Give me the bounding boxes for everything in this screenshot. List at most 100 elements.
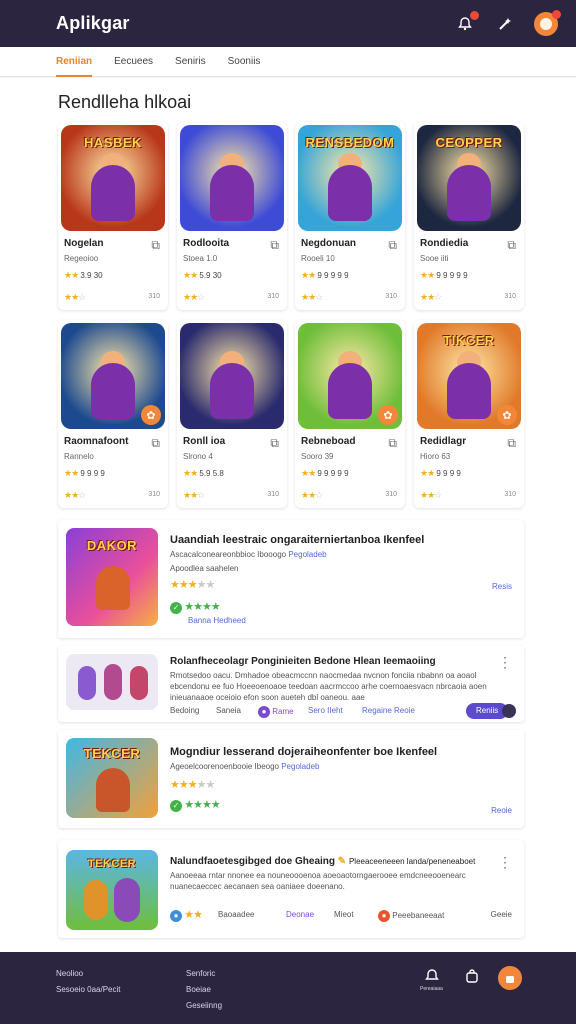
check-icon: ✓ bbox=[170, 799, 182, 812]
footer-link[interactable]: Geseiinng bbox=[186, 998, 222, 1014]
game-thumbnail bbox=[180, 323, 284, 429]
toggle-icon[interactable] bbox=[502, 704, 516, 718]
game-rating-text: 5.9 5.8 bbox=[199, 469, 224, 478]
tab-1[interactable]: Reniian bbox=[56, 47, 93, 77]
puzzle-icon[interactable]: ⧉ bbox=[388, 436, 397, 451]
game-stars: ★★☆ bbox=[420, 292, 442, 302]
puzzle-icon[interactable]: ⧉ bbox=[270, 436, 279, 451]
game-card[interactable]: TIKCER ✿ Redidlagr ⧉ Hioro 63 ★★ 9 9 9 9 ★★☆ 31… bbox=[414, 320, 524, 508]
character-figure bbox=[114, 878, 140, 922]
puzzle-icon[interactable]: ⧉ bbox=[507, 436, 516, 451]
character-figure bbox=[447, 363, 491, 419]
row-subtitle-text: Ageoelcoorenoenbooie Ibeogo bbox=[170, 762, 279, 771]
list-item[interactable]: TEKCER Nalundfaoetesgibged doe Gheaing ✎… bbox=[58, 840, 524, 938]
footer-link[interactable]: Senforic bbox=[186, 966, 222, 982]
row-tag[interactable]: Deonae bbox=[286, 910, 314, 919]
character-figure bbox=[96, 566, 130, 610]
row-action-link[interactable]: Resis bbox=[492, 582, 512, 591]
game-card[interactable]: ✿ Rebneboad ⧉ Sooro 39 ★★ 9 9 9 9 9 ★★☆ 310 bbox=[295, 320, 405, 508]
list-item[interactable]: DAKOR Uaandiah leestraic ongaraiterniert… bbox=[58, 520, 524, 638]
list-item[interactable]: Rolanfheceolagr Ponginieiten Bedone Hlea… bbox=[58, 646, 524, 722]
tab-3[interactable]: Seniris bbox=[175, 47, 206, 77]
footer-link[interactable]: Boeiae bbox=[186, 982, 222, 998]
game-name: Redidlagr bbox=[420, 436, 467, 447]
notifications-icon[interactable] bbox=[454, 10, 479, 35]
pencil-icon: ✎ bbox=[337, 856, 347, 867]
footer-link[interactable]: Neolioo bbox=[56, 966, 121, 982]
bag-icon[interactable] bbox=[464, 968, 480, 989]
footer-bar: Neolioo Sesoeio 0aa/Pecit Senforic Boeia… bbox=[0, 952, 576, 1024]
game-subtitle: Hioro 63 bbox=[420, 452, 451, 461]
row-action-link[interactable]: Reoie bbox=[491, 806, 512, 815]
game-rating-text: 5.9 30 bbox=[199, 271, 222, 280]
row-description: Rmotsedoo oacu. Dmhadoe obeacmccnn naocm… bbox=[170, 671, 487, 702]
row-action-link[interactable]: Geeie bbox=[491, 910, 512, 919]
row-title: Nalundfaoetesgibged doe Gheaing ✎ Pleeac… bbox=[170, 856, 475, 867]
game-name: Ronll ioa bbox=[183, 436, 226, 447]
puzzle-icon[interactable]: ⧉ bbox=[151, 238, 160, 253]
row-thumbnail bbox=[66, 654, 158, 710]
tab-4[interactable]: Sooniis bbox=[228, 47, 261, 77]
footer-link[interactable]: Sesoeio 0aa/Pecit bbox=[56, 982, 121, 998]
favorite-badge-icon[interactable]: ✿ bbox=[141, 405, 161, 425]
game-thumbnail: CEOPPER bbox=[417, 125, 521, 231]
thumbnail-title: DAKOR bbox=[86, 538, 138, 553]
row-tag[interactable]: ● Peeebaneeaat bbox=[378, 910, 444, 922]
user-avatar[interactable] bbox=[534, 9, 561, 36]
game-count: 310 bbox=[385, 491, 397, 498]
row-tag[interactable]: ● Rame bbox=[258, 706, 294, 718]
more-options-icon[interactable]: ⋮ bbox=[498, 854, 512, 871]
game-count: 310 bbox=[504, 293, 516, 300]
game-card[interactable]: Ronll ioa ⧉ Slrono 4 ★★ 5.9 5.8 ★★☆ 310 bbox=[177, 320, 287, 508]
game-card[interactable]: HASBEK Nogelan ⧉ Regeoioo ★★ 3.9 30 ★★☆ 310 bbox=[58, 122, 168, 310]
row-link[interactable]: Pegoladeb bbox=[281, 762, 319, 771]
cart-button[interactable] bbox=[498, 966, 522, 990]
section-title: Rendlleha hlkoai bbox=[58, 92, 192, 112]
thumbnail-title: CEOPPER bbox=[435, 135, 503, 150]
row-tag[interactable]: Mieot bbox=[334, 910, 354, 919]
favorite-badge-icon[interactable]: ✿ bbox=[378, 405, 398, 425]
row-tag[interactable]: Baoaadee bbox=[218, 910, 254, 919]
character-figure bbox=[447, 165, 491, 221]
game-stars: ★★☆ bbox=[64, 490, 86, 500]
footer-col-1: Neolioo Sesoeio 0aa/Pecit bbox=[56, 966, 121, 998]
game-card[interactable]: Rodlooita ⧉ Stoea 1.0 ★★ 5.9 30 ★★☆ 310 bbox=[177, 122, 287, 310]
game-stars: ★★☆ bbox=[183, 490, 205, 500]
row-thumbnail: DAKOR bbox=[66, 528, 158, 626]
list-item[interactable]: TEKCER Mogndiur lesserand dojeraiheonfen… bbox=[58, 730, 524, 828]
puzzle-icon[interactable]: ⧉ bbox=[507, 238, 516, 253]
app-title: Aplikgar bbox=[56, 13, 130, 33]
row-subtitle: Ascacalconeareonbbioc Ibooogo Pegoladeb bbox=[170, 550, 327, 559]
game-card[interactable]: CEOPPER Rondiedia ⧉ Sooe iiti ★★ 9 9 9 9 9 ★★… bbox=[414, 122, 524, 310]
row-thumbnail: TEKCER bbox=[66, 850, 158, 930]
puzzle-icon[interactable]: ⧉ bbox=[151, 436, 160, 451]
game-rating: ★★ 9 9 9 9 9 bbox=[301, 270, 349, 280]
game-card[interactable]: ✿ Raomnafoont ⧉ Rannelo ★★ 9 9 9 9 ★★☆ 310 bbox=[58, 320, 168, 508]
row-tag[interactable]: Bedoing bbox=[170, 706, 199, 715]
game-subtitle: Rooeli 10 bbox=[301, 254, 335, 263]
game-rating: ★★ 9 9 9 9 9 bbox=[420, 270, 468, 280]
row-footer-links[interactable]: Banna Hedheed bbox=[188, 616, 246, 625]
puzzle-icon[interactable]: ⧉ bbox=[270, 238, 279, 253]
row-title: Rolanfheceolagr Ponginieiten Bedone Hlea… bbox=[170, 656, 436, 667]
more-options-icon[interactable]: ⋮ bbox=[498, 654, 512, 671]
row-tag[interactable]: Regaine Reoie bbox=[362, 706, 415, 715]
row-link[interactable]: Pegoladeb bbox=[288, 550, 326, 559]
game-card[interactable]: RENSBEDOM Negdonuan ⧉ Rooeli 10 ★★ 9 9 9 9 9… bbox=[295, 122, 405, 310]
favorite-badge-icon[interactable]: ✿ bbox=[497, 405, 517, 425]
row-tag[interactable]: Saneia bbox=[216, 706, 241, 715]
tab-2[interactable]: Eecuees bbox=[114, 47, 153, 77]
row-tag[interactable]: Sero IIeht bbox=[308, 706, 343, 715]
puzzle-icon[interactable]: ⧉ bbox=[388, 238, 397, 253]
globe-icon: ● bbox=[170, 909, 182, 922]
thumbnail-title: HASBEK bbox=[84, 135, 142, 150]
tab-bar: Reniian Eecuees Seniris Sooniis bbox=[0, 47, 576, 77]
game-name: Negdonuan bbox=[301, 238, 356, 249]
wand-icon[interactable] bbox=[494, 13, 516, 35]
row-meta: ● ★★ bbox=[170, 908, 203, 922]
game-name: Nogelan bbox=[64, 238, 104, 249]
character-figure bbox=[130, 666, 148, 700]
game-rating-text: 9 9 9 9 bbox=[436, 469, 461, 478]
top-app-bar: Aplikgar bbox=[0, 0, 576, 47]
game-count: 310 bbox=[385, 293, 397, 300]
